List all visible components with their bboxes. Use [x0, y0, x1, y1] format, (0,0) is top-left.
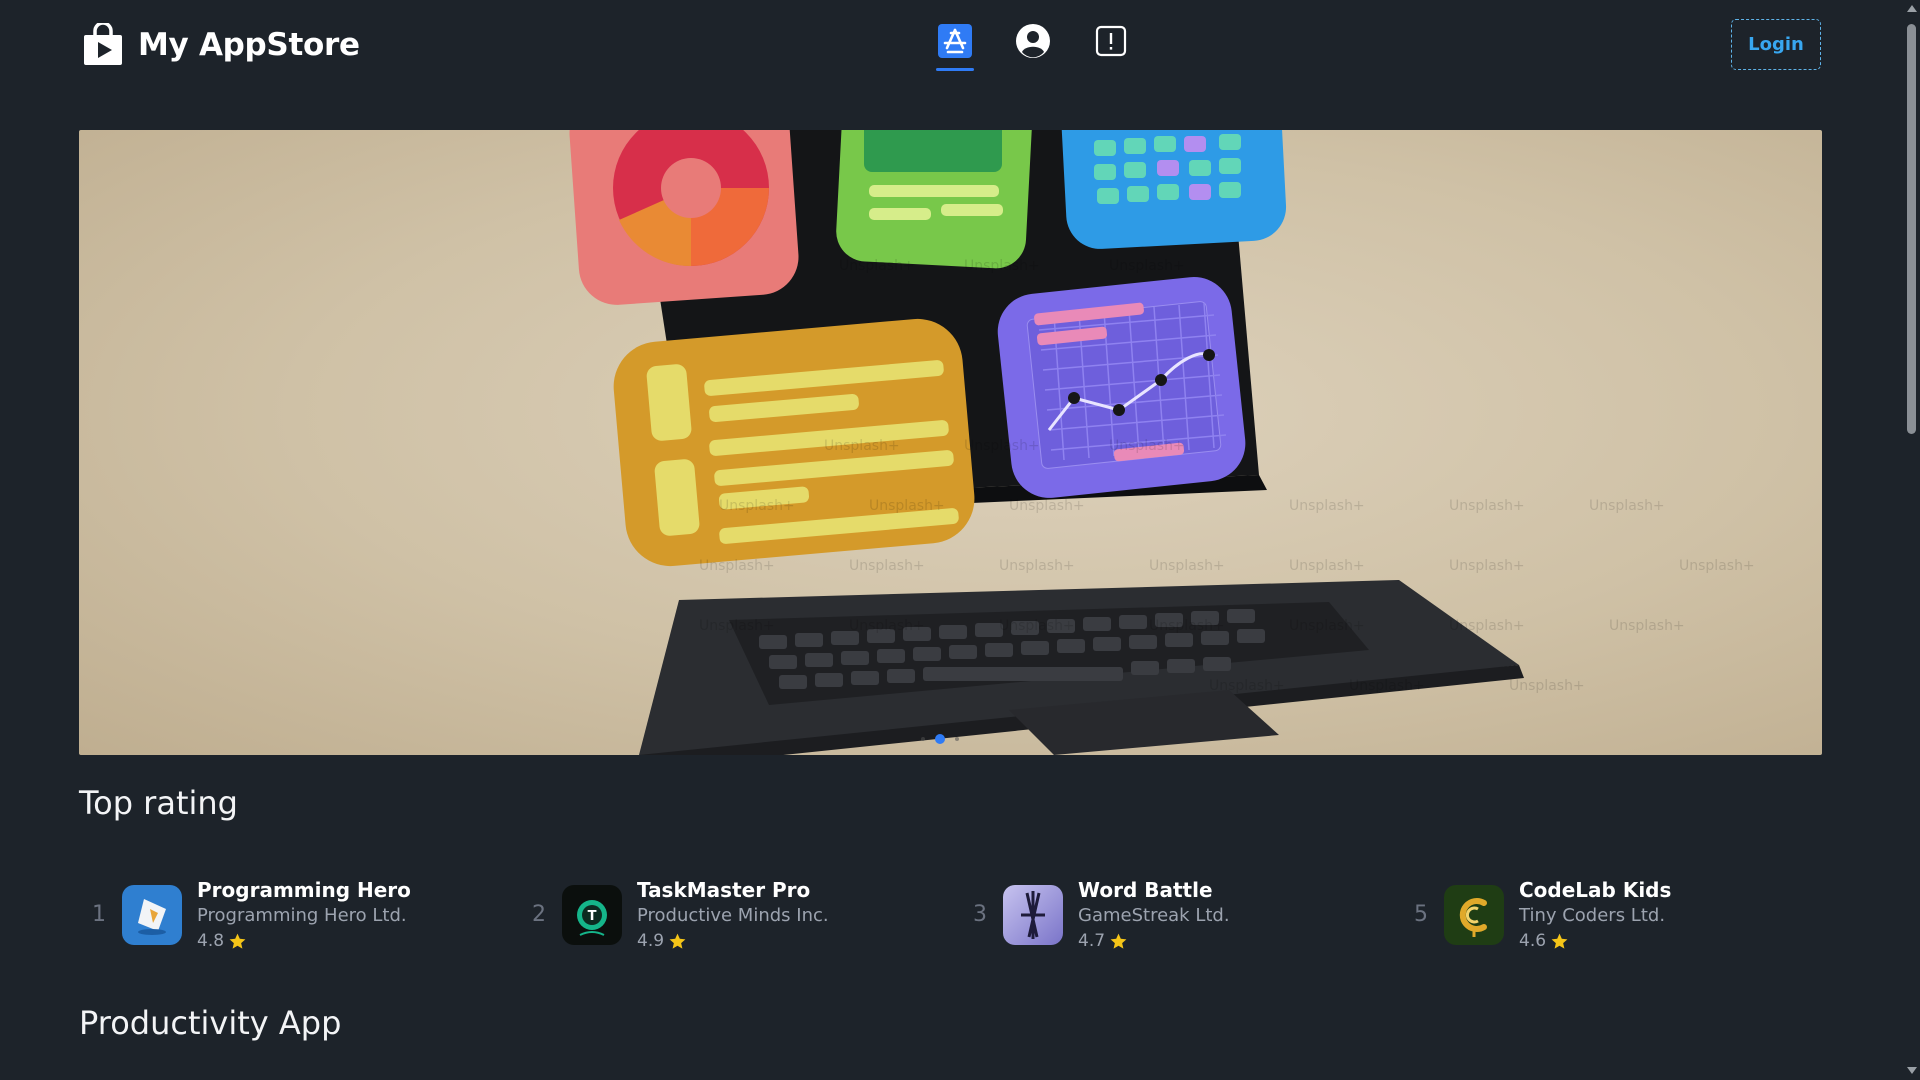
svg-text:Unsplash+: Unsplash+: [1289, 498, 1365, 514]
app-card-word-battle[interactable]: 3 Word Battle GameStreak Ltd. 4.7: [960, 870, 1380, 960]
svg-text:Unsplash+: Unsplash+: [1209, 678, 1285, 694]
app-card-taskmaster-pro[interactable]: 2 T TaskMaster Pro Productive Minds Inc.…: [519, 870, 939, 960]
rating-value: 4.6: [1519, 931, 1547, 951]
scroll-down-arrow-icon[interactable]: [1907, 1067, 1917, 1074]
svg-text:Unsplash+: Unsplash+: [1109, 258, 1185, 274]
svg-text:Unsplash+: Unsplash+: [839, 258, 915, 274]
svg-text:Unsplash+: Unsplash+: [719, 498, 795, 514]
nav-apps[interactable]: [936, 24, 974, 72]
app-developer: GameStreak Ltd.: [1078, 905, 1230, 926]
app-developer: Tiny Coders Ltd.: [1519, 905, 1666, 926]
svg-text:Unsplash+: Unsplash+: [1679, 558, 1755, 574]
top-rating-list: 1 Programming Hero Programming Hero Ltd.…: [79, 870, 1822, 970]
brand[interactable]: My AppStore: [82, 22, 360, 68]
app-developer: Productive Minds Inc.: [637, 905, 829, 926]
app-store-page: My AppStore Login Unsplash+ Unsplash+ Un…: [0, 0, 1920, 1080]
user-circle-icon: [1016, 24, 1050, 58]
svg-text:Unsplash+: Unsplash+: [824, 438, 900, 454]
svg-text:Unsplash+: Unsplash+: [1509, 678, 1585, 694]
svg-text:Unsplash+: Unsplash+: [699, 558, 775, 574]
productivity-heading: Productivity App: [79, 1004, 342, 1042]
svg-text:Unsplash+: Unsplash+: [1149, 618, 1225, 634]
svg-text:Unsplash+: Unsplash+: [1009, 498, 1085, 514]
svg-text:Unsplash+: Unsplash+: [1609, 618, 1685, 634]
star-icon: [229, 933, 246, 949]
app-rank: 3: [973, 902, 987, 927]
svg-text:Unsplash+: Unsplash+: [1449, 498, 1525, 514]
app-card-programming-hero[interactable]: 1 Programming Hero Programming Hero Ltd.…: [79, 870, 499, 960]
scroll-up-arrow-icon[interactable]: [1907, 5, 1917, 12]
scroll-thumb[interactable]: [1907, 24, 1916, 434]
app-card-codelab-kids[interactable]: 5 CodeLab Kids Tiny Coders Ltd. 4.6: [1401, 870, 1821, 960]
alert-square-icon: [1095, 25, 1127, 57]
programming-hero-icon: [122, 885, 182, 945]
app-store-icon: [938, 24, 972, 58]
hero-image: Unsplash+ Unsplash+ Unsplash+ Unsplash+ Uns…: [569, 130, 1755, 755]
carousel-dot[interactable]: [921, 737, 925, 741]
nav-profile[interactable]: [1014, 24, 1052, 72]
hero-carousel[interactable]: Unsplash+ Unsplash+ Unsplash+ Unsplash+ Uns…: [79, 130, 1822, 755]
svg-text:Unsplash+: Unsplash+: [1289, 618, 1365, 634]
svg-text:Unsplash+: Unsplash+: [1349, 678, 1425, 694]
app-rank: 2: [532, 902, 546, 927]
svg-text:Unsplash+: Unsplash+: [964, 438, 1040, 454]
top-rating-heading: Top rating: [79, 784, 238, 822]
svg-text:Unsplash+: Unsplash+: [1109, 438, 1185, 454]
app-rating: 4.9: [637, 931, 687, 951]
svg-text:Unsplash+: Unsplash+: [869, 498, 945, 514]
shopping-bag-play-icon: [84, 23, 122, 65]
login-button[interactable]: Login: [1731, 19, 1821, 70]
word-battle-icon: [1003, 885, 1063, 945]
svg-text:T: T: [588, 909, 597, 924]
app-rank: 1: [92, 902, 106, 927]
svg-text:Unsplash+: Unsplash+: [849, 618, 925, 634]
star-icon: [1110, 933, 1127, 949]
star-icon: [1551, 933, 1568, 949]
codelab-kids-icon: [1444, 885, 1504, 945]
app-name: CodeLab Kids: [1519, 878, 1672, 902]
svg-text:Unsplash+: Unsplash+: [849, 558, 925, 574]
top-navbar: My AppStore Login: [0, 0, 1898, 90]
svg-text:Unsplash+: Unsplash+: [1449, 558, 1525, 574]
page-scrollbar[interactable]: [1903, 0, 1920, 1080]
svg-text:Unsplash+: Unsplash+: [1449, 618, 1525, 634]
carousel-indicators: [921, 734, 959, 744]
svg-text:Unsplash+: Unsplash+: [1289, 558, 1365, 574]
app-rank: 5: [1414, 902, 1428, 927]
app-name: Programming Hero: [197, 878, 411, 902]
carousel-dot[interactable]: [955, 737, 959, 741]
app-developer: Programming Hero Ltd.: [197, 905, 407, 926]
rating-value: 4.7: [1078, 931, 1106, 951]
rating-value: 4.8: [197, 931, 225, 951]
taskmaster-icon: T: [562, 885, 622, 945]
app-rating: 4.7: [1078, 931, 1128, 951]
nav-report[interactable]: [1092, 24, 1130, 72]
svg-text:Unsplash+: Unsplash+: [1149, 558, 1225, 574]
svg-text:Unsplash+: Unsplash+: [964, 258, 1040, 274]
app-name: TaskMaster Pro: [637, 878, 811, 902]
svg-text:Unsplash+: Unsplash+: [1589, 498, 1665, 514]
main-nav: [936, 24, 1130, 72]
carousel-dot-active[interactable]: [935, 734, 945, 744]
app-rating: 4.6: [1519, 931, 1569, 951]
svg-text:Unsplash+: Unsplash+: [999, 558, 1075, 574]
svg-text:Unsplash+: Unsplash+: [699, 618, 775, 634]
rating-value: 4.9: [637, 931, 665, 951]
svg-text:Unsplash+: Unsplash+: [999, 618, 1075, 634]
app-name: Word Battle: [1078, 878, 1213, 902]
brand-name: My AppStore: [138, 27, 360, 63]
star-icon: [669, 933, 686, 949]
app-rating: 4.8: [197, 931, 247, 951]
